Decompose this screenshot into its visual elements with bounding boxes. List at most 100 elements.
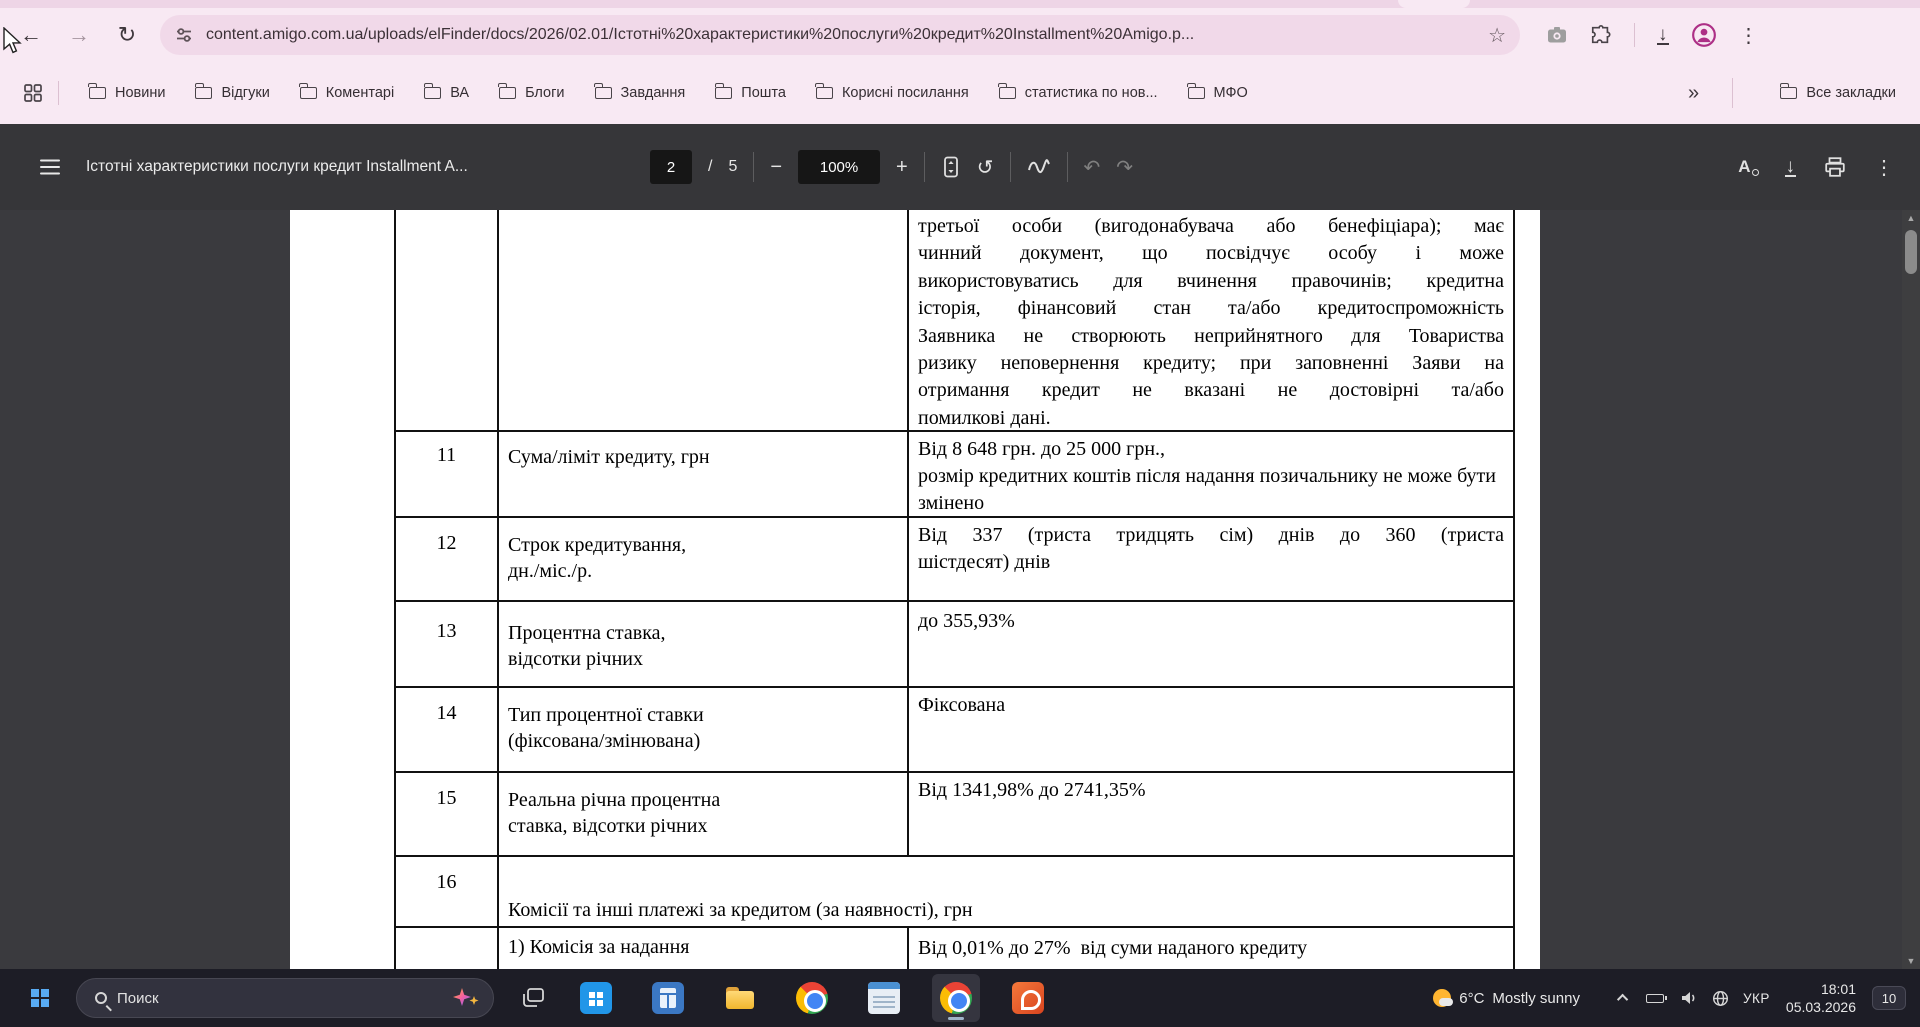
active-tab-edge [1398, 0, 1470, 8]
cell-value: Фіксована [909, 688, 1513, 771]
bookmark-star-icon[interactable]: ☆ [1488, 23, 1506, 48]
battery-icon[interactable] [1645, 993, 1667, 1003]
scrollbar[interactable]: ▲ ▼ [1902, 210, 1920, 969]
scroll-up-icon[interactable]: ▲ [1902, 213, 1920, 223]
folder-icon [498, 83, 517, 99]
pdf-toolbar: Істотні характеристики послуги кредит In… [0, 124, 1920, 210]
rotate-icon[interactable]: ↺ [977, 155, 994, 180]
bookmark-label: ВА [450, 85, 470, 101]
text-annotation-icon[interactable]: A [1738, 157, 1759, 177]
bookmark-folder-statystyka[interactable]: статистика по нов... [998, 83, 1158, 101]
weather-icon [1433, 989, 1454, 1007]
table-row-13: 13 Процентна ставка, відсотки річних до … [396, 602, 1513, 688]
notification-badge[interactable]: 10 [1872, 986, 1906, 1010]
bookmark-folder-va[interactable]: ВА [423, 83, 470, 101]
weather-temp: 6°C [1459, 989, 1485, 1007]
mouse-cursor-icon [3, 27, 22, 54]
text-line: розмір кредитних коштів після надання по… [918, 465, 1501, 514]
zoom-level[interactable]: 100% [798, 150, 881, 184]
pdf-more-icon[interactable]: ⋮ [1874, 155, 1894, 180]
bookmark-label: Пошта [741, 85, 786, 101]
bookmark-folder-poshta[interactable]: Пошта [714, 83, 786, 101]
draw-annotate-icon[interactable] [1027, 157, 1051, 177]
downloads-icon[interactable]: ↓ [1657, 25, 1669, 45]
cell-num: 15 [396, 773, 499, 855]
weather-widget[interactable]: 6°C Mostly sunny [1433, 989, 1580, 1007]
app-icon-chrome[interactable] [788, 974, 836, 1022]
bookmark-folder-vidhuky[interactable]: Відгуки [194, 83, 270, 101]
cell-label: Процентна ставка, відсотки річних [499, 602, 909, 686]
text-line: Від 1341,98% до 2741,35% [918, 779, 1146, 801]
text-line: використовуватись для вчинення правочині… [918, 269, 1504, 292]
app-icon-notepad[interactable] [860, 974, 908, 1022]
bookmark-folder-blohy[interactable]: Блоги [498, 83, 565, 101]
fit-page-icon[interactable] [941, 156, 961, 178]
bookmark-folder-zavdannia[interactable]: Завдання [593, 83, 685, 101]
menu-icon[interactable] [40, 165, 60, 169]
text-line: отримання кредит не вказані не достовірн… [918, 379, 1504, 402]
text-line: шістдесят) днів [918, 551, 1051, 573]
search-input[interactable]: Поиск [76, 978, 494, 1018]
language-indicator[interactable]: УКР [1743, 991, 1770, 1006]
tune-icon[interactable] [174, 25, 194, 45]
bookmarks-overflow-icon[interactable]: » [1688, 82, 1699, 105]
orange-app-icon [1012, 982, 1044, 1014]
redo-icon[interactable]: ↷ [1116, 155, 1133, 180]
table-row-continuation: третьої особи (вигодонабувача або бенефі… [396, 210, 1513, 432]
all-bookmarks-button[interactable]: Все закладки [1779, 83, 1896, 101]
profile-avatar[interactable] [1691, 22, 1717, 48]
bookmark-folder-novyny[interactable]: Новини [88, 83, 165, 101]
cell-label: Тип процентної ставки (фіксована/змінюва… [499, 688, 909, 771]
app-icon-store[interactable] [572, 974, 620, 1022]
text-line: чинний документ, що посвідчує особу і мо… [918, 242, 1504, 265]
bookmark-folder-komentari[interactable]: Коментарі [299, 83, 394, 101]
app-icon-chrome-active[interactable] [932, 974, 980, 1022]
forward-icon[interactable]: → [62, 18, 96, 52]
browser-menu-icon[interactable]: ⋮ [1739, 23, 1759, 48]
print-icon[interactable] [1824, 157, 1846, 177]
reload-icon[interactable]: ↻ [110, 18, 144, 52]
copilot-sparkle-icon [453, 988, 479, 1006]
scrollbar-thumb[interactable] [1905, 230, 1917, 274]
toolbar-separator [1634, 23, 1635, 47]
folder-icon [714, 83, 733, 99]
document-table: третьої особи (вигодонабувача або бенефі… [394, 210, 1515, 969]
zoom-in-icon[interactable]: + [896, 156, 908, 179]
app-icon-calculator[interactable] [644, 974, 692, 1022]
bookmark-label: Корисні посилання [841, 85, 969, 101]
camera-icon[interactable] [1546, 25, 1568, 45]
start-button[interactable] [22, 980, 58, 1016]
app-icon-orange[interactable] [1004, 974, 1052, 1022]
network-icon[interactable] [1712, 990, 1729, 1007]
hidden-icons-chevron[interactable] [1616, 993, 1629, 1006]
text-line: (фіксована/змінювана) [508, 730, 701, 752]
text-line: Процентна ставка, [508, 622, 666, 644]
bookmark-folder-mfo[interactable]: МФО [1186, 83, 1248, 101]
browser-toolbar: ← → ↻ content.amigo.com.ua/uploads/elFin… [0, 8, 1920, 62]
pdf-viewport[interactable]: третьої особи (вигодонабувача або бенефі… [0, 210, 1920, 969]
task-view-icon[interactable] [520, 986, 546, 1010]
undo-icon[interactable]: ↶ [1084, 155, 1101, 180]
scroll-down-icon[interactable]: ▼ [1902, 956, 1920, 966]
address-bar[interactable]: content.amigo.com.ua/uploads/elFinder/do… [160, 15, 1520, 55]
folder-icon [1186, 83, 1205, 99]
bookmark-folder-korysni[interactable]: Корисні посилання [815, 83, 969, 101]
text-line: ставка, відсотки річних [508, 815, 708, 837]
page-number-input[interactable] [650, 150, 692, 184]
extensions-icon[interactable] [1590, 24, 1612, 46]
chrome-icon [796, 982, 828, 1014]
zoom-out-icon[interactable]: − [770, 156, 782, 179]
download-icon[interactable]: ↓ [1784, 157, 1796, 177]
taskbar-clock[interactable]: 18:01 05.03.2026 [1786, 980, 1856, 1016]
app-icon-file-explorer[interactable] [716, 974, 764, 1022]
page-divider: / [708, 158, 713, 175]
speaker-icon[interactable] [1680, 990, 1698, 1006]
cell-value: Від 1341,98% до 2741,35% [909, 773, 1513, 855]
text-line: Від 8 648 грн. до 25 000 грн., [918, 438, 1166, 460]
text-line: історія, фінансовий стан та/або кредитос… [918, 297, 1504, 320]
text-line: ризику неповернення кредиту; при заповне… [918, 352, 1504, 375]
url-text[interactable]: content.amigo.com.ua/uploads/elFinder/do… [206, 26, 1478, 44]
apps-grid-icon[interactable] [24, 84, 42, 102]
cell-value: третьої особи (вигодонабувача або бенефі… [909, 210, 1513, 430]
text-line: Фіксована [918, 694, 1006, 716]
